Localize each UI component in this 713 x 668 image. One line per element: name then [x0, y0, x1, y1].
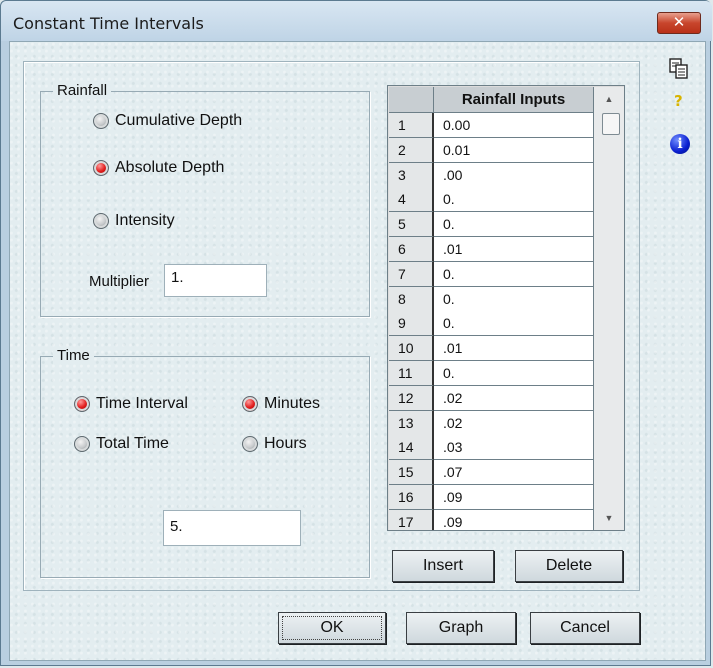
window-title: Constant Time Intervals [13, 14, 204, 33]
total-time-label: Total Time [96, 435, 169, 452]
hours-label: Hours [264, 435, 307, 452]
time-legend: Time [53, 347, 94, 364]
row-number[interactable]: 15 [389, 460, 434, 486]
table-row[interactable]: 4 0. [389, 187, 594, 213]
minutes-label: Minutes [264, 395, 321, 412]
radio-dot [93, 113, 109, 129]
rainfall-inputs-grid[interactable]: Rainfall Inputs 1 0.00 2 0.01 3.00 4 0. 5 0. 6.01… [387, 85, 625, 531]
row-number[interactable]: 16 [389, 485, 434, 510]
table-row[interactable]: 11 0. [389, 361, 594, 386]
row-number[interactable]: 5 [389, 212, 434, 238]
rainfall-input-cell[interactable]: .07 [434, 460, 594, 486]
radio-dot [74, 436, 90, 452]
radio-dot [242, 396, 258, 412]
table-row[interactable]: 2 0.01 [389, 137, 594, 163]
row-number[interactable]: 11 [389, 361, 434, 386]
rainfall-input-cell[interactable]: 0.01 [434, 137, 594, 163]
row-number[interactable]: 8 [389, 286, 434, 312]
close-button[interactable]: ✕ [657, 12, 701, 34]
row-number[interactable]: 1 [389, 113, 434, 138]
row-number[interactable]: 17 [389, 509, 434, 530]
table-row[interactable]: 13.02 [389, 410, 594, 436]
rainfall-input-cell[interactable]: .03 [434, 435, 594, 461]
time-interval-label: Time Interval [96, 395, 188, 412]
rainfall-input-cell[interactable]: .09 [434, 485, 594, 510]
absolute-depth-label: Absolute Depth [115, 159, 225, 176]
cancel-button[interactable]: Cancel [530, 612, 640, 644]
grid-corner-header [389, 87, 434, 113]
row-number[interactable]: 7 [389, 261, 434, 287]
rainfall-input-cell[interactable]: .02 [434, 385, 594, 411]
row-number[interactable]: 14 [389, 435, 434, 461]
table-row[interactable]: 5 0. [389, 212, 594, 238]
copy-icon[interactable] [669, 58, 689, 80]
radio-dot [93, 160, 109, 176]
info-glyph: i [677, 136, 683, 152]
grid-scrollbar[interactable]: ▲ ▼ [594, 87, 624, 530]
rainfall-legend: Rainfall [53, 82, 112, 99]
rainfall-input-cell[interactable]: 0. [434, 261, 594, 287]
table-row[interactable]: 1 0.00 [389, 113, 594, 138]
radio-dot [242, 436, 258, 452]
row-number[interactable]: 4 [389, 187, 434, 213]
rainfall-input-cell[interactable]: 0. [434, 187, 594, 213]
rainfall-input-cell[interactable]: .01 [434, 336, 594, 362]
rainfall-input-cell[interactable]: 0. [434, 311, 594, 337]
table-row[interactable]: 15.07 [389, 460, 594, 486]
row-number[interactable]: 12 [389, 385, 434, 411]
delete-button[interactable]: Delete [515, 550, 623, 582]
rainfall-input-cell[interactable]: .09 [434, 509, 594, 530]
row-number[interactable]: 2 [389, 137, 434, 163]
help-icon[interactable]: ? [674, 92, 683, 110]
hours-radio[interactable]: Hours [242, 435, 307, 453]
table-row[interactable]: 8 0. [389, 286, 594, 312]
scroll-up-arrow-icon[interactable]: ▲ [594, 89, 624, 109]
table-row[interactable]: 9 0. [389, 311, 594, 337]
info-icon[interactable]: i [670, 134, 690, 154]
radio-dot [93, 213, 109, 229]
table-row[interactable]: 10.01 [389, 336, 594, 362]
ok-button[interactable]: OK [278, 612, 386, 644]
intensity-radio[interactable]: Intensity [93, 212, 175, 230]
time-interval-radio[interactable]: Time Interval [74, 395, 188, 413]
title-bar: Constant Time Intervals ✕ [1, 1, 712, 41]
graph-button[interactable]: Graph [406, 612, 516, 644]
table-row[interactable]: 17.09 [389, 509, 594, 530]
dialog-window: Constant Time Intervals ✕ ? i Rainfall C… [0, 0, 712, 666]
rainfall-input-cell[interactable]: 0.00 [434, 113, 594, 138]
time-value-input[interactable]: 5. [163, 510, 301, 546]
rainfall-input-cell[interactable]: 0. [434, 212, 594, 238]
multiplier-input[interactable]: 1. [164, 264, 267, 297]
table-row[interactable]: 3.00 [389, 162, 594, 188]
absolute-depth-radio[interactable]: Absolute Depth [93, 159, 224, 177]
rainfall-inputs-header[interactable]: Rainfall Inputs [434, 87, 594, 113]
total-time-radio[interactable]: Total Time [74, 435, 169, 453]
table-row[interactable]: 6.01 [389, 237, 594, 262]
rainfall-input-cell[interactable]: .01 [434, 237, 594, 262]
cumulative-depth-label: Cumulative Depth [115, 112, 243, 129]
rainfall-input-cell[interactable]: 0. [434, 361, 594, 386]
rainfall-input-cell[interactable]: .00 [434, 162, 594, 188]
row-number[interactable]: 13 [389, 410, 434, 436]
scroll-thumb[interactable] [602, 113, 620, 135]
insert-button[interactable]: Insert [392, 550, 494, 582]
row-number[interactable]: 9 [389, 311, 434, 337]
minutes-radio[interactable]: Minutes [242, 395, 320, 413]
table-row[interactable]: 7 0. [389, 261, 594, 287]
cumulative-depth-radio[interactable]: Cumulative Depth [93, 112, 242, 130]
scroll-down-arrow-icon[interactable]: ▼ [594, 508, 624, 528]
radio-dot [74, 396, 90, 412]
row-number[interactable]: 3 [389, 162, 434, 188]
table-row[interactable]: 12.02 [389, 385, 594, 411]
rainfall-input-cell[interactable]: .02 [434, 410, 594, 436]
row-number[interactable]: 6 [389, 237, 434, 262]
rainfall-input-cell[interactable]: 0. [434, 286, 594, 312]
intensity-label: Intensity [115, 212, 175, 229]
table-row[interactable]: 14.03 [389, 435, 594, 461]
multiplier-label: Multiplier [89, 273, 150, 290]
table-row[interactable]: 16.09 [389, 485, 594, 510]
row-number[interactable]: 10 [389, 336, 434, 362]
